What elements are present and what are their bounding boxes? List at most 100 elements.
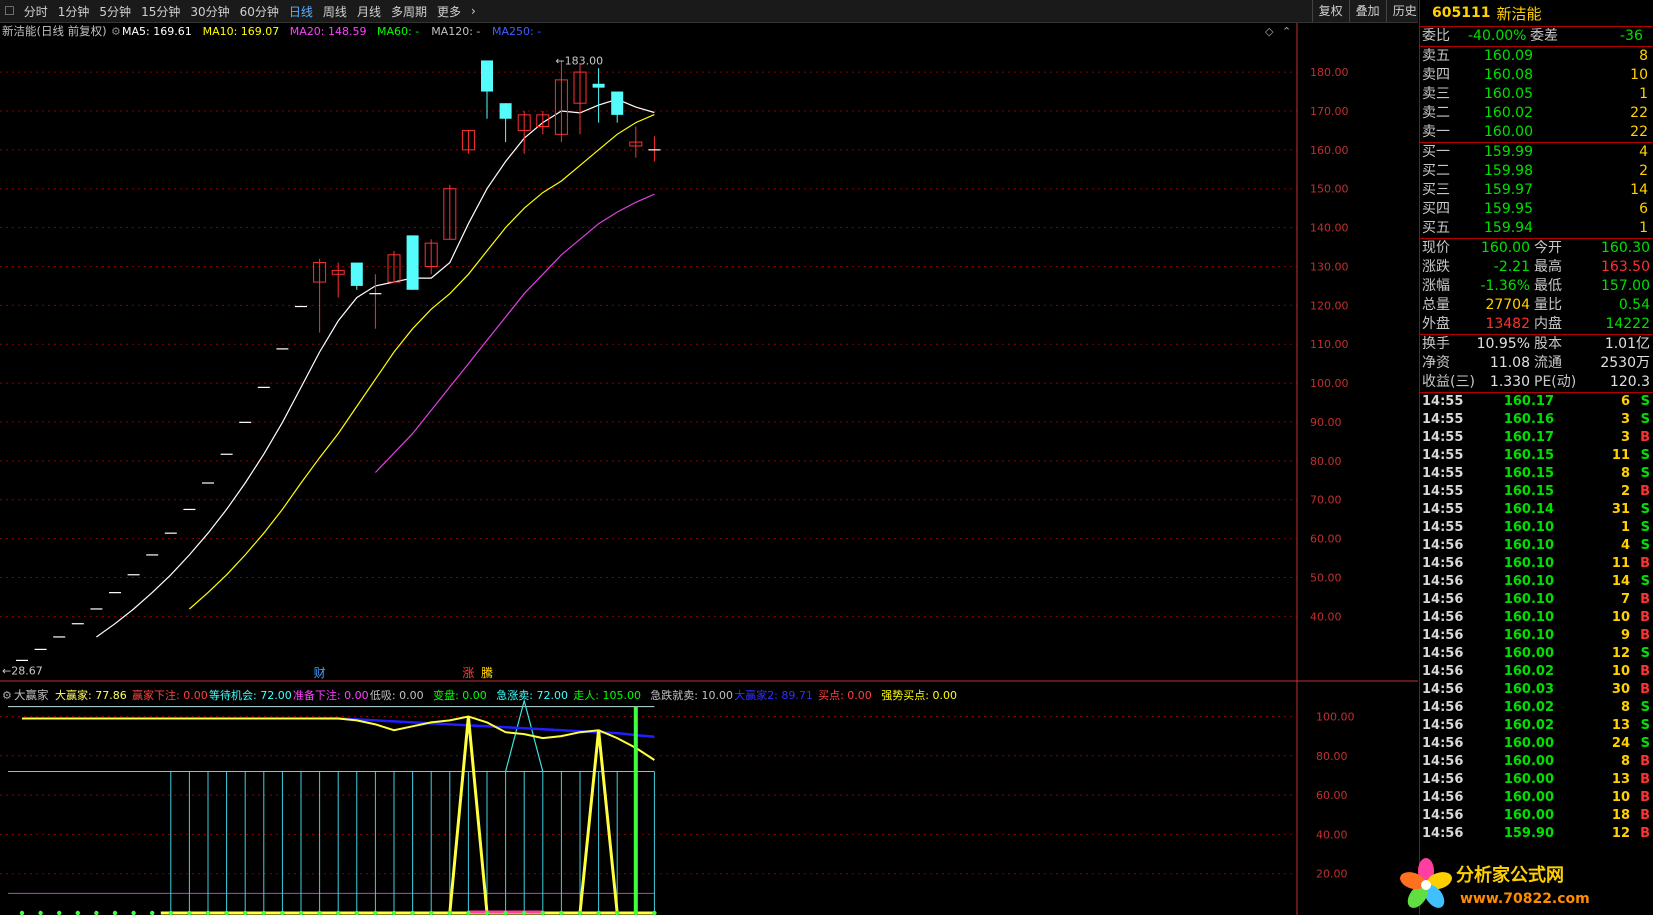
quote-value: 160.30 xyxy=(1601,240,1650,256)
buy-price: 159.94 xyxy=(1484,220,1533,236)
tick-volume: 10 xyxy=(1611,664,1630,679)
winner2-line xyxy=(319,717,655,738)
tool-button-0[interactable]: 复权 xyxy=(1311,0,1349,22)
buy-level-row[interactable]: 买四 159.95 6 xyxy=(1420,200,1653,219)
tick-price: 160.10 xyxy=(1503,592,1554,607)
tick-time: 14:56 xyxy=(1422,556,1464,571)
tick-volume: 12 xyxy=(1611,646,1630,661)
quote-label: 涨跌 xyxy=(1422,259,1450,275)
stock-name: 新洁能 xyxy=(1496,4,1542,23)
tab-period-4[interactable]: 30分钟 xyxy=(185,3,234,20)
tick-time: 14:55 xyxy=(1422,502,1464,517)
finance-value: 1.330 xyxy=(1489,374,1530,390)
tick-side: S xyxy=(1640,502,1650,517)
quote-panel: 605111 新洁能 委比 -40.00% 委差 -36 卖五 160.09 8 卖四 160… xyxy=(1419,0,1653,915)
tick-row: 14:56 160.02 10 B xyxy=(1420,663,1653,681)
dot-marker xyxy=(540,910,545,915)
finance-stats: 换手 10.95% 股本 1.01亿 净资 11.08 流通 2530万 收益(三) 1.330 P… xyxy=(1420,334,1653,392)
low-label: ←28.67 xyxy=(2,664,43,677)
tab-period-7[interactable]: 周线 xyxy=(318,3,352,20)
chevron-up-icon[interactable]: ⌃ xyxy=(1282,25,1291,38)
tick-time: 14:56 xyxy=(1422,664,1464,679)
buy-level-row[interactable]: 买一 159.99 4 xyxy=(1420,143,1653,162)
ma-label-4: MA120: - xyxy=(431,25,480,38)
tab-period-6[interactable]: 日线 xyxy=(284,3,318,20)
buy-level-row[interactable]: 买三 159.97 14 xyxy=(1420,181,1653,200)
tick-time: 14:56 xyxy=(1422,826,1464,841)
indicator-label-11: 强势买点: 0.00 xyxy=(881,689,957,702)
sell-price: 160.09 xyxy=(1484,48,1533,64)
tab-period-10[interactable]: 更多 xyxy=(432,3,466,20)
ma-label-5: MA250: - xyxy=(492,25,541,38)
tick-time: 14:55 xyxy=(1422,430,1464,445)
tick-list[interactable]: 14:55 160.17 6 S 14:55 160.16 3 S 14:55 160.17 3 B 1… xyxy=(1420,392,1653,843)
tab-period-1[interactable]: 1分钟 xyxy=(53,3,95,20)
dot-marker xyxy=(596,910,601,915)
quote-label: 今开 xyxy=(1534,240,1562,256)
tick-volume: 13 xyxy=(1611,718,1630,733)
tick-price: 160.10 xyxy=(1503,610,1554,625)
tick-side: B xyxy=(1640,808,1650,823)
sell-level-row[interactable]: 卖二 160.02 22 xyxy=(1420,104,1653,123)
buy-level-row[interactable]: 买五 159.94 1 xyxy=(1420,219,1653,238)
dot-marker xyxy=(243,910,248,915)
stock-header: 605111 新洁能 xyxy=(1420,0,1653,27)
sell-level-row[interactable]: 卖三 160.05 1 xyxy=(1420,85,1653,104)
tab-period-2[interactable]: 5分钟 xyxy=(94,3,136,20)
dot-marker xyxy=(336,910,341,915)
quote-stats: 现价 160.00 今开 160.30 涨跌 -2.21 最高 163.50 涨幅 -1.36% 最… xyxy=(1420,238,1653,334)
chevron-right-icon[interactable]: › xyxy=(466,4,481,18)
tab-period-3[interactable]: 15分钟 xyxy=(136,3,185,20)
tool-button-2[interactable]: 历史 xyxy=(1385,0,1423,22)
tick-volume: 8 xyxy=(1620,700,1630,715)
indicator-label-9: 大赢家2: 89.71 xyxy=(734,688,813,702)
price-tick-3: 70.00 xyxy=(1310,494,1342,507)
tab-period-8[interactable]: 月线 xyxy=(352,3,386,20)
tool-button-1[interactable]: 叠加 xyxy=(1348,0,1386,22)
tab-period-5[interactable]: 60分钟 xyxy=(235,3,284,20)
tick-side: S xyxy=(1640,574,1650,589)
finance-row: 收益(三) 1.330 PE(动) 120.3 xyxy=(1420,373,1653,392)
indicator-label-0: 大赢家: 77.86 xyxy=(55,688,127,702)
dot-marker xyxy=(373,910,378,915)
sell-volume: 22 xyxy=(1630,105,1648,121)
chart-area[interactable]: 新洁能(日线 前复权) ⚙ MA5: 169.61 MA10: 169.07 MA20:… xyxy=(0,23,1418,915)
candle xyxy=(536,110,550,135)
dot-marker xyxy=(522,910,527,915)
tick-volume: 30 xyxy=(1611,682,1630,697)
sell-level-row[interactable]: 卖四 160.08 10 xyxy=(1420,66,1653,85)
sell-level-row[interactable]: 卖一 160.00 22 xyxy=(1420,123,1653,142)
settings-icon[interactable]: ⚙ xyxy=(2,689,12,702)
indicator-tick-2: 60.00 xyxy=(1316,789,1348,802)
buy-level-row[interactable]: 买二 159.98 2 xyxy=(1420,162,1653,181)
finance-label: 流通 xyxy=(1534,355,1562,371)
settings-icon[interactable]: ⚙ xyxy=(111,25,121,38)
tab-period-0[interactable]: 分时 xyxy=(19,3,53,20)
diamond-icon[interactable]: ◇ xyxy=(1265,25,1274,38)
tick-side: B xyxy=(1640,790,1650,805)
buy-price: 159.99 xyxy=(1484,144,1533,160)
tick-price: 160.10 xyxy=(1503,574,1554,589)
toolbar-menu-icon[interactable]: ☐ xyxy=(0,4,19,18)
tick-side: B xyxy=(1640,754,1650,769)
finance-value: 120.3 xyxy=(1609,374,1650,390)
tab-period-9[interactable]: 多周期 xyxy=(386,3,432,20)
tick-time: 14:56 xyxy=(1422,808,1464,823)
tick-price: 160.00 xyxy=(1503,754,1554,769)
candle xyxy=(517,110,531,154)
tick-price: 160.16 xyxy=(1503,412,1554,427)
tick-volume: 10 xyxy=(1611,610,1630,625)
tick-row: 14:56 160.03 30 B xyxy=(1420,681,1653,699)
tick-side: S xyxy=(1640,736,1650,751)
tick-side: B xyxy=(1640,682,1650,697)
finance-label: PE(动) xyxy=(1534,374,1577,390)
stock-code: 605111 xyxy=(1432,5,1491,21)
tick-time: 14:55 xyxy=(1422,448,1464,463)
quote-value: 160.00 xyxy=(1481,240,1530,256)
quote-label: 现价 xyxy=(1422,240,1450,256)
sell-level-row[interactable]: 卖五 160.09 8 xyxy=(1420,47,1653,66)
dot-marker xyxy=(559,910,564,915)
signal-marker-0: 财 xyxy=(314,666,326,680)
dot-marker xyxy=(652,910,657,915)
price-tick-14: 180.00 xyxy=(1310,66,1349,79)
